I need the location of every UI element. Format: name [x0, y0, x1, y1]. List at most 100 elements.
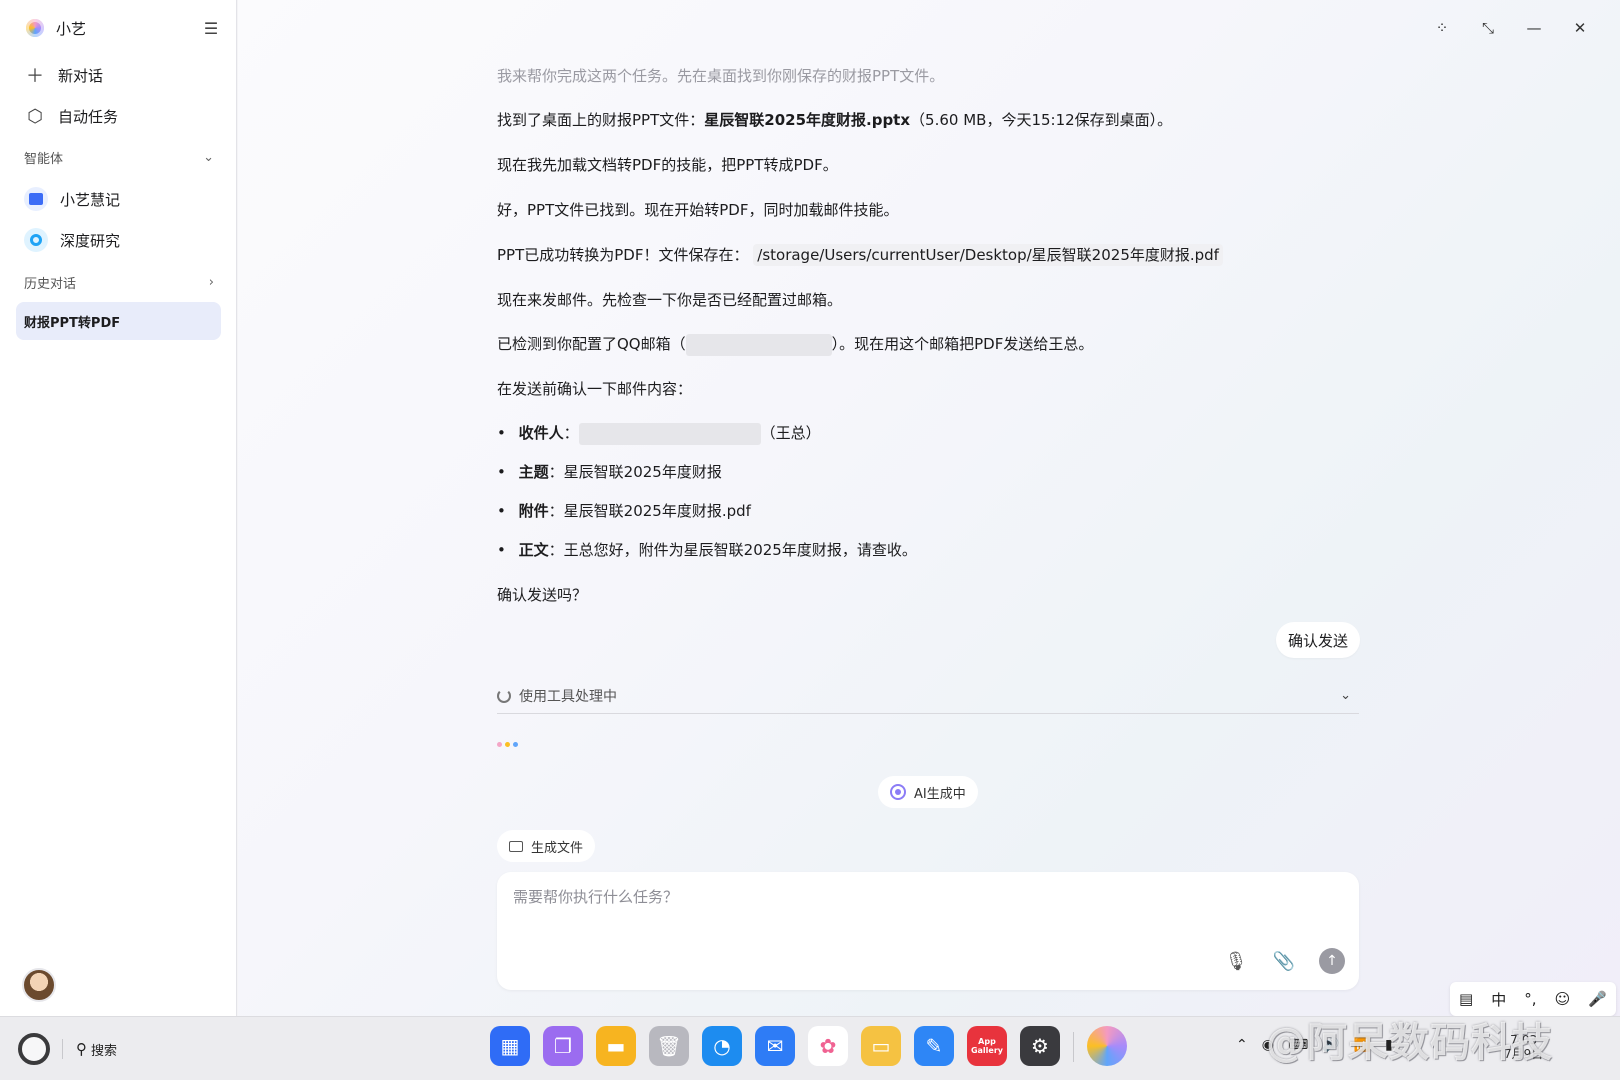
app-window: 小艺 ☰ ＋ 新对话 ⬡ 自动任务 智能体 ⌄ 小艺慧记 深度研究 历史对话 ›	[0, 0, 1620, 1016]
dock: ▦ ❐ ▬ 🗑 ◔ ✉ ✿ ▭ ✎ App Gallery ⚙	[490, 1026, 1127, 1072]
sidebar: 小艺 ☰ ＋ 新对话 ⬡ 自动任务 智能体 ⌄ 小艺慧记 深度研究 历史对话 ›	[0, 0, 237, 1016]
field-value: （王总）	[760, 424, 821, 442]
close-icon[interactable]: ✕	[1568, 16, 1592, 40]
xiaoyi-app-icon[interactable]	[1087, 1026, 1127, 1066]
field-value: 星辰智联2025年度财报	[563, 463, 722, 481]
taskbar-search[interactable]: ⚲ 搜索	[76, 1037, 117, 1061]
ime-voice-icon[interactable]: 🎤	[1588, 990, 1607, 1008]
field-label: 收件人	[518, 424, 564, 442]
taskbar-clock[interactable]: 7:03 7月9日	[1504, 1033, 1543, 1061]
loading-spinner-icon	[497, 688, 511, 703]
ime-punct-toggle[interactable]: °,	[1524, 990, 1536, 1008]
system-tray: ⌃ ◉ ⌨ 🔊 📶 ▮	[1236, 1037, 1393, 1053]
emoji-icon[interactable]: ☺	[1555, 990, 1571, 1008]
ime-skin-icon[interactable]: ▤	[1459, 990, 1473, 1008]
assistant-message: 现在来发邮件。先检查一下你是否已经配置过邮箱。	[497, 291, 843, 309]
redacted-recipient	[578, 422, 761, 445]
trash-icon[interactable]: 🗑	[649, 1026, 689, 1066]
field-label: 附件	[518, 502, 549, 520]
agents-section-header[interactable]: 智能体 ⌄	[24, 145, 214, 169]
grid-icon[interactable]: ⁘	[1430, 16, 1454, 40]
history-item-active[interactable]: 财报PPT转PDF	[16, 302, 221, 340]
notes-icon[interactable]: ✎	[914, 1026, 954, 1066]
start-button[interactable]	[18, 1033, 50, 1065]
folder-icon	[509, 840, 523, 852]
minimize-icon[interactable]: —	[1522, 16, 1546, 40]
volume-icon[interactable]: 🔊	[1322, 1037, 1339, 1053]
email-field-subject: 主题：星辰智联2025年度财报	[497, 461, 722, 482]
sidebar-item-xiaoyi-notes[interactable]: 小艺慧记	[24, 184, 220, 214]
email-field-body: 正文：王总您好，附件为星辰智联2025年度财报，请查收。	[497, 539, 917, 560]
attachment-icon[interactable]: 📎	[1271, 948, 1297, 974]
message-text: PPT已成功转换为PDF！文件保存在：	[497, 246, 749, 264]
ime-mode-toggle[interactable]: 中	[1491, 989, 1506, 1010]
wallet-icon[interactable]: ▭	[861, 1026, 901, 1066]
taskbar: ⚲ 搜索 ▦ ❐ ▬ 🗑 ◔ ✉ ✿ ▭ ✎ App Gallery ⚙ ⌃ ◉…	[0, 1016, 1620, 1080]
battery-icon[interactable]: ▮	[1385, 1037, 1393, 1053]
field-value: 王总您好，附件为星辰智联2025年度财报，请查收。	[563, 541, 917, 559]
assistant-message: 好，PPT文件已找到。现在开始转PDF，同时加载邮件技能。	[497, 201, 899, 219]
dock-divider	[1073, 1032, 1074, 1062]
input-method-icon[interactable]: ⌨	[1288, 1037, 1308, 1053]
sidebar-header: 小艺 ☰	[26, 14, 222, 42]
chevron-up-icon[interactable]: ⌃	[1236, 1037, 1248, 1053]
file-name: 星辰智联2025年度财报.pptx	[704, 111, 911, 129]
generated-files-button[interactable]: 生成文件	[497, 830, 596, 862]
message-text: ）。现在用这个邮箱把PDF发送给王总。	[831, 335, 1094, 353]
file-path: /storage/Users/currentUser/Desktop/星辰智联2…	[753, 244, 1223, 266]
tray-app-icon[interactable]: ◉	[1262, 1037, 1274, 1053]
collapse-sidebar-icon[interactable]: ☰	[200, 17, 222, 39]
user-message-bubble: 确认发送	[1276, 622, 1361, 658]
xiaoyi-logo-icon	[26, 19, 44, 37]
settings-icon[interactable]: ⚙	[1020, 1026, 1060, 1066]
chevron-down-icon: ⌄	[203, 149, 214, 165]
assistant-message: PPT已成功转换为PDF！文件保存在： /storage/Users/curre…	[497, 244, 1223, 266]
message-text: 找到了桌面上的财报PPT文件：	[497, 111, 705, 129]
ai-generating-label: AI生成中	[914, 786, 966, 802]
typing-dots-icon	[497, 742, 518, 747]
composer-placeholder[interactable]: 需要帮你执行什么任务？	[513, 886, 678, 907]
search-icon: ⚲	[76, 1040, 87, 1058]
clock-date: 7月9日	[1504, 1047, 1544, 1061]
history-item-label: 财报PPT转PDF	[24, 315, 121, 331]
wifi-icon[interactable]: 📶	[1354, 1037, 1371, 1053]
chevron-right-icon: ›	[208, 274, 214, 290]
clock-time: 7:03	[1510, 1033, 1538, 1047]
microphone-icon[interactable]: 🎙	[1223, 948, 1249, 974]
agent-label: 深度研究	[60, 231, 121, 250]
agent-label: 小艺慧记	[60, 190, 121, 209]
send-icon[interactable]: ↑	[1319, 948, 1345, 974]
ai-generating-button[interactable]: AI生成中	[878, 776, 978, 808]
app-title: 小艺	[56, 19, 87, 38]
tool-status-row[interactable]: 使用工具处理中 ⌄	[497, 678, 1359, 714]
auto-task-button[interactable]: ⬡ 自动任务	[24, 101, 220, 131]
browser-icon[interactable]: ◔	[702, 1026, 742, 1066]
mail-icon[interactable]: ✉	[755, 1026, 795, 1066]
user-message-text: 确认发送	[1288, 631, 1349, 650]
message-composer[interactable]: 需要帮你执行什么任务？ 🎙 📎 ↑	[497, 872, 1359, 990]
multitask-icon[interactable]: ❐	[543, 1026, 583, 1066]
assistant-message: 现在我先加载文档转PDF的技能，把PPT转成PDF。	[497, 156, 838, 174]
assistant-message: 已检测到你配置了QQ邮箱（ ）。现在用这个邮箱把PDF发送给王总。	[497, 333, 1093, 356]
assistant-message: 我来帮你完成这两个任务。先在桌面找到你刚保存的财报PPT文件。	[497, 67, 945, 85]
app-gallery-label: App Gallery	[970, 1037, 1004, 1055]
new-chat-button[interactable]: ＋ 新对话	[24, 60, 220, 90]
stop-generating-icon	[890, 784, 906, 800]
research-agent-icon	[24, 228, 48, 252]
gallery-icon[interactable]: ✿	[808, 1026, 848, 1066]
files-icon[interactable]: ▬	[596, 1026, 636, 1066]
field-value: 星辰智联2025年度财报.pdf	[563, 502, 751, 520]
sidebar-item-deep-research[interactable]: 深度研究	[24, 225, 220, 255]
field-label: 正文	[518, 541, 549, 559]
assistant-message: 确认发送吗？	[497, 586, 588, 604]
chat-main: ⁘ ⤡ — ✕ 我来帮你完成这两个任务。先在桌面找到你刚保存的财报PPT文件。 …	[238, 0, 1620, 1016]
restore-icon[interactable]: ⤡	[1476, 16, 1500, 40]
user-avatar[interactable]	[22, 968, 56, 1002]
auto-task-label: 自动任务	[58, 107, 119, 126]
assistant-message: 找到了桌面上的财报PPT文件：星辰智联2025年度财报.pptx（5.60 MB…	[497, 109, 1172, 130]
notes-agent-icon	[24, 187, 48, 211]
taskbar-divider	[62, 1039, 63, 1059]
app-gallery-icon[interactable]: App Gallery	[967, 1026, 1007, 1066]
app-grid-icon[interactable]: ▦	[490, 1026, 530, 1066]
history-section-header[interactable]: 历史对话 ›	[24, 270, 214, 294]
